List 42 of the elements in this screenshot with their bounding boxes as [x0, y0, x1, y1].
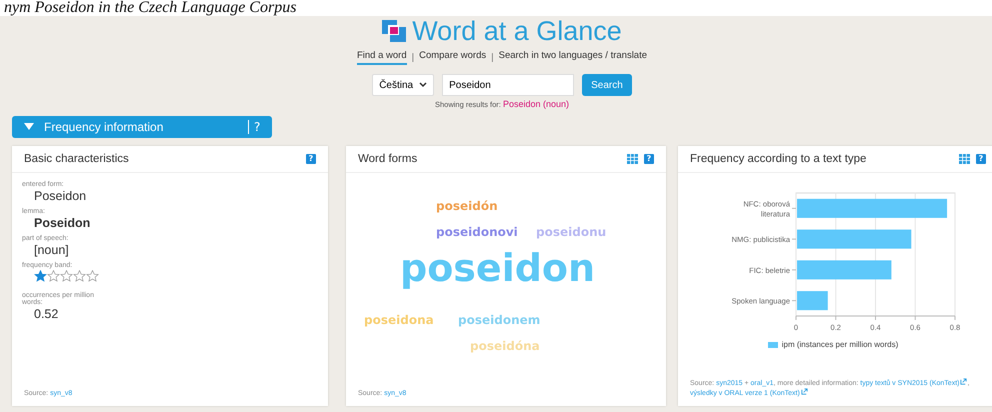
- star-icon: [47, 270, 60, 282]
- field-value: [noun]: [33, 243, 70, 257]
- field-value: Poseidon: [33, 189, 88, 203]
- section-title: Frequency information: [44, 120, 164, 134]
- nav-tab[interactable]: Search in two languages / translate: [498, 50, 648, 65]
- word-form[interactable]: poseidonem: [458, 313, 540, 327]
- star-icon: [73, 270, 86, 282]
- external-link-icon: [960, 378, 968, 385]
- help-button[interactable]: ?: [248, 120, 268, 134]
- nav-separator: |: [412, 52, 414, 63]
- caret-icon: [24, 123, 34, 131]
- field-value: 0.52: [33, 307, 60, 321]
- nav-tab[interactable]: Compare words: [419, 50, 486, 65]
- card-title: Word forms: [358, 153, 418, 165]
- word-form[interactable]: poseidon: [400, 249, 596, 287]
- word-form[interactable]: poseidón: [436, 199, 498, 213]
- star-icon: [60, 270, 73, 282]
- word-form[interactable]: poseidonovi: [436, 225, 518, 239]
- nav-separator: |: [491, 52, 494, 63]
- section-header[interactable]: Frequency information ?: [12, 116, 272, 138]
- star-icon: [34, 270, 47, 282]
- help-button[interactable]: ?: [306, 154, 316, 164]
- search-field[interactable]: Poseidon: [442, 74, 574, 96]
- external-link-icon: [800, 388, 808, 395]
- word-form[interactable]: poseidonu: [536, 225, 606, 239]
- help-button[interactable]: ?: [976, 154, 986, 164]
- help-button[interactable]: ?: [644, 154, 654, 164]
- chevron-down-icon: [419, 82, 428, 88]
- figure-caption: nym Poseidon in the Czech Language Corpus: [0, 0, 992, 16]
- table-icon[interactable]: [627, 154, 638, 164]
- table-icon[interactable]: [959, 154, 970, 164]
- star-icon: [86, 270, 99, 282]
- card-title: Basic characteristics: [24, 153, 130, 165]
- legend-label: ipm (instances per million words): [782, 340, 898, 349]
- card-title: Frequency according to a text type: [690, 153, 868, 165]
- language-select[interactable]: Čeština: [372, 74, 434, 96]
- result-link[interactable]: Poseidon (noun): [502, 99, 569, 109]
- nav-tab[interactable]: Find a word: [356, 50, 407, 65]
- field-value: Poseidon: [33, 216, 92, 230]
- search-button[interactable]: Search: [582, 74, 632, 96]
- squares-logo-icon: [382, 20, 406, 42]
- site-title: Word at a Glance: [412, 16, 622, 46]
